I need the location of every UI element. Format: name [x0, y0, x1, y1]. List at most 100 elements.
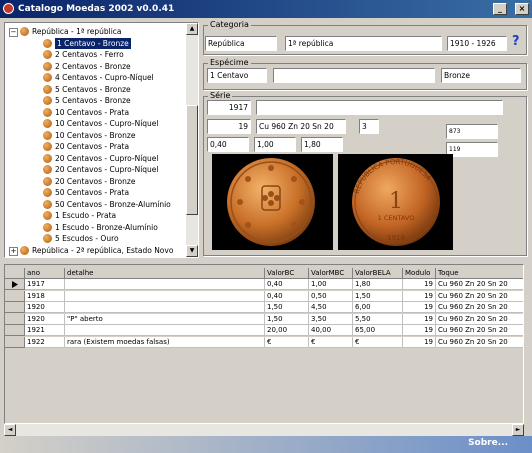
row-indicator: [5, 290, 25, 302]
row-indicator: [5, 336, 25, 348]
column-header[interactable]: detalhe: [65, 268, 265, 279]
column-header[interactable]: ValorBC: [265, 268, 309, 279]
serie-label: Série: [208, 91, 233, 100]
table-cell: 1,50: [265, 302, 309, 313]
reverse-year: 1918: [387, 234, 405, 242]
coin-icon: [43, 222, 52, 232]
price-bc-field[interactable]: 0,40: [207, 137, 249, 152]
scroll-left-button[interactable]: ◄: [4, 424, 16, 436]
value3-field[interactable]: 3: [359, 119, 379, 134]
table-cell: Cu 960 Zn 20 Sn 20: [436, 313, 523, 325]
table-cell: [65, 279, 265, 290]
tree-item-label: 20 Centavos - Cupro-Níquel: [55, 153, 159, 163]
table-cell: 1920: [25, 302, 65, 313]
coin-icon: [43, 61, 52, 71]
coin-icon: [43, 165, 52, 174]
table-cell: 1,00: [309, 279, 353, 290]
table-cell: [65, 325, 265, 336]
table-cell: Cu 960 Zn 20 Sn 20: [436, 302, 523, 313]
table-cell: €: [265, 336, 309, 348]
table-cell: 1,50: [353, 290, 403, 302]
coin-icon: [43, 107, 52, 117]
status-bar: Sobre...: [0, 436, 532, 453]
table-cell: 1917: [25, 279, 65, 290]
scroll-down-button[interactable]: ▼: [186, 245, 198, 257]
column-header[interactable]: Toque: [436, 268, 523, 279]
coin-icon: [43, 142, 52, 151]
table-cell: 0,40: [265, 290, 309, 302]
denomination-field[interactable]: 1 Centavo: [207, 68, 267, 83]
coin-icon: [20, 245, 29, 255]
table-cell: 65,00: [353, 325, 403, 336]
svg-text:1: 1: [389, 189, 403, 214]
help-icon[interactable]: ?: [512, 34, 520, 49]
coin-icon: [43, 234, 52, 243]
tree-item-label: 20 Centavos - Bronze: [55, 176, 136, 186]
row-indicator: [5, 313, 25, 325]
categoria-label: Categoria: [208, 20, 251, 29]
ref2-field[interactable]: 119: [446, 142, 498, 157]
serie-note-field[interactable]: [256, 100, 503, 115]
tree-item-label: 5 Escudos - Ouro: [55, 234, 119, 243]
column-header[interactable]: ValorBELA: [353, 268, 403, 279]
scroll-up-button[interactable]: ▲: [186, 23, 198, 35]
tree-expander-icon[interactable]: +: [9, 246, 18, 256]
scroll-thumb[interactable]: [186, 105, 198, 215]
row-indicator: [5, 325, 25, 336]
period-field[interactable]: 1ª república: [285, 36, 442, 51]
table-cell: 19: [403, 336, 436, 348]
tree-vertical-scrollbar[interactable]: ▲ ▼: [186, 23, 198, 257]
reverse-denomination: 1 CENTAVO: [378, 214, 415, 222]
coin-tree[interactable]: − República - 1ª república 1 Centavo - Bro…: [4, 22, 199, 258]
window-title: Catalogo Moedas 2002 v0.0.41: [18, 4, 175, 14]
table-cell: 1921: [25, 325, 65, 336]
tree-item-label: 10 Centavos - Bronze: [55, 130, 136, 140]
tree-item-label: 20 Centavos - Prata: [55, 142, 130, 151]
table-cell: 40,00: [309, 325, 353, 336]
column-header[interactable]: ano: [25, 268, 65, 279]
about-link[interactable]: Sobre...: [468, 438, 508, 448]
years-field[interactable]: 1910 - 1926: [447, 36, 507, 51]
tree-item-label: 1 Escudo - Bronze-Alumínio: [55, 222, 158, 232]
tree-item-label: República - 1ª república: [32, 27, 122, 36]
series-table[interactable]: ano detalhe ValorBC ValorMBC ValorBELA Modulo…: [4, 264, 524, 424]
tree-item-label: 1 Escudo - Prata: [55, 211, 117, 220]
table-cell: [65, 302, 265, 313]
coin-icon: [43, 188, 52, 197]
table-cell: 20,00: [265, 325, 309, 336]
coin-icon: [43, 211, 52, 220]
ref1-field[interactable]: 873: [446, 124, 498, 139]
table-cell: 6,00: [353, 302, 403, 313]
module-field[interactable]: 19: [207, 119, 251, 134]
coin-icon: [43, 84, 52, 94]
table-cell: Cu 960 Zn 20 Sn 20: [436, 279, 523, 290]
price-bela-field[interactable]: 1,80: [301, 137, 343, 152]
scroll-right-button[interactable]: ►: [512, 424, 524, 436]
especime-extra-field[interactable]: [273, 68, 435, 83]
reverse-image: REPUBLICA PORTUGUESA 1 1 CENTAVO 1918: [338, 154, 453, 250]
tree-expander-icon[interactable]: −: [9, 28, 18, 37]
tree-item-label: 50 Centavos - Bronze-Alumínio: [55, 199, 171, 209]
close-button[interactable]: ×: [515, 3, 529, 15]
table-cell: €: [309, 336, 353, 348]
column-header[interactable]: ValorMBC: [309, 268, 353, 279]
table-cell: 1,50: [265, 313, 309, 325]
tree-item-label: 1 Centavo - Bronze: [55, 37, 131, 49]
column-header[interactable]: Modulo: [403, 268, 436, 279]
table-horizontal-scrollbar[interactable]: ◄ ►: [4, 424, 524, 436]
year-field[interactable]: 1917: [207, 100, 251, 115]
country-field[interactable]: República: [205, 36, 277, 51]
tree-item-label: 2 Centavos - Bronze: [55, 61, 131, 71]
title-bar: Catalogo Moedas 2002 v0.0.41 _ ×: [0, 0, 532, 18]
coin-icon: [43, 38, 52, 48]
minimize-button[interactable]: _: [493, 3, 507, 15]
composition-field[interactable]: Cu 960 Zn 20 Sn 20: [256, 119, 346, 134]
tree-item-label: 10 Centavos - Cupro-Níquel: [55, 119, 159, 128]
table-cell: 5,50: [353, 313, 403, 325]
metal-field[interactable]: Bronze: [441, 68, 521, 83]
especime-label: Espécime: [208, 58, 251, 67]
table-cell: €: [353, 336, 403, 348]
price-mbc-field[interactable]: 1,00: [254, 137, 296, 152]
row-indicator: [5, 279, 25, 290]
current-row-arrow-icon: [12, 281, 18, 288]
